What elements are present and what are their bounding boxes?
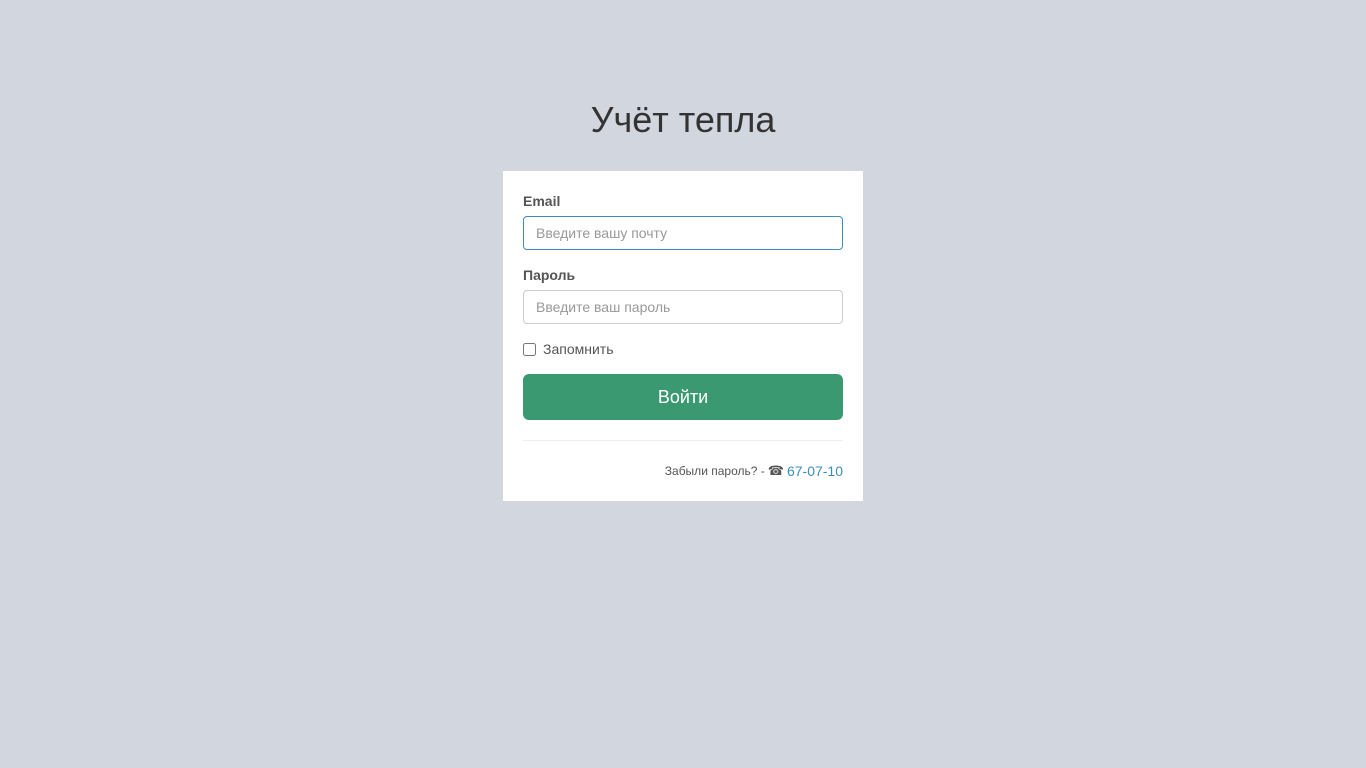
remember-row: Запомнить: [523, 339, 614, 359]
password-label: Пароль: [523, 267, 576, 283]
password-group: Пароль: [523, 265, 843, 324]
login-button[interactable]: Войти: [523, 374, 843, 420]
phone-icon: ☎: [767, 463, 784, 478]
remember-label[interactable]: Запомнить: [543, 341, 614, 357]
password-input[interactable]: [523, 290, 843, 324]
email-group: Email: [523, 191, 843, 250]
forgot-password-row: Забыли пароль? - ☎ 67-07-10: [665, 461, 843, 481]
email-input[interactable]: [523, 216, 843, 250]
email-label: Email: [523, 193, 561, 209]
remember-checkbox[interactable]: [523, 342, 536, 356]
page-title: Учёт тепла: [590, 99, 776, 140]
phone-link[interactable]: 67-07-10: [787, 463, 843, 479]
forgot-password-text: Забыли пароль? -: [664, 464, 765, 478]
login-box: Email Пароль Запомнить Войти Забыли паро…: [503, 171, 863, 501]
divider: [523, 440, 843, 441]
